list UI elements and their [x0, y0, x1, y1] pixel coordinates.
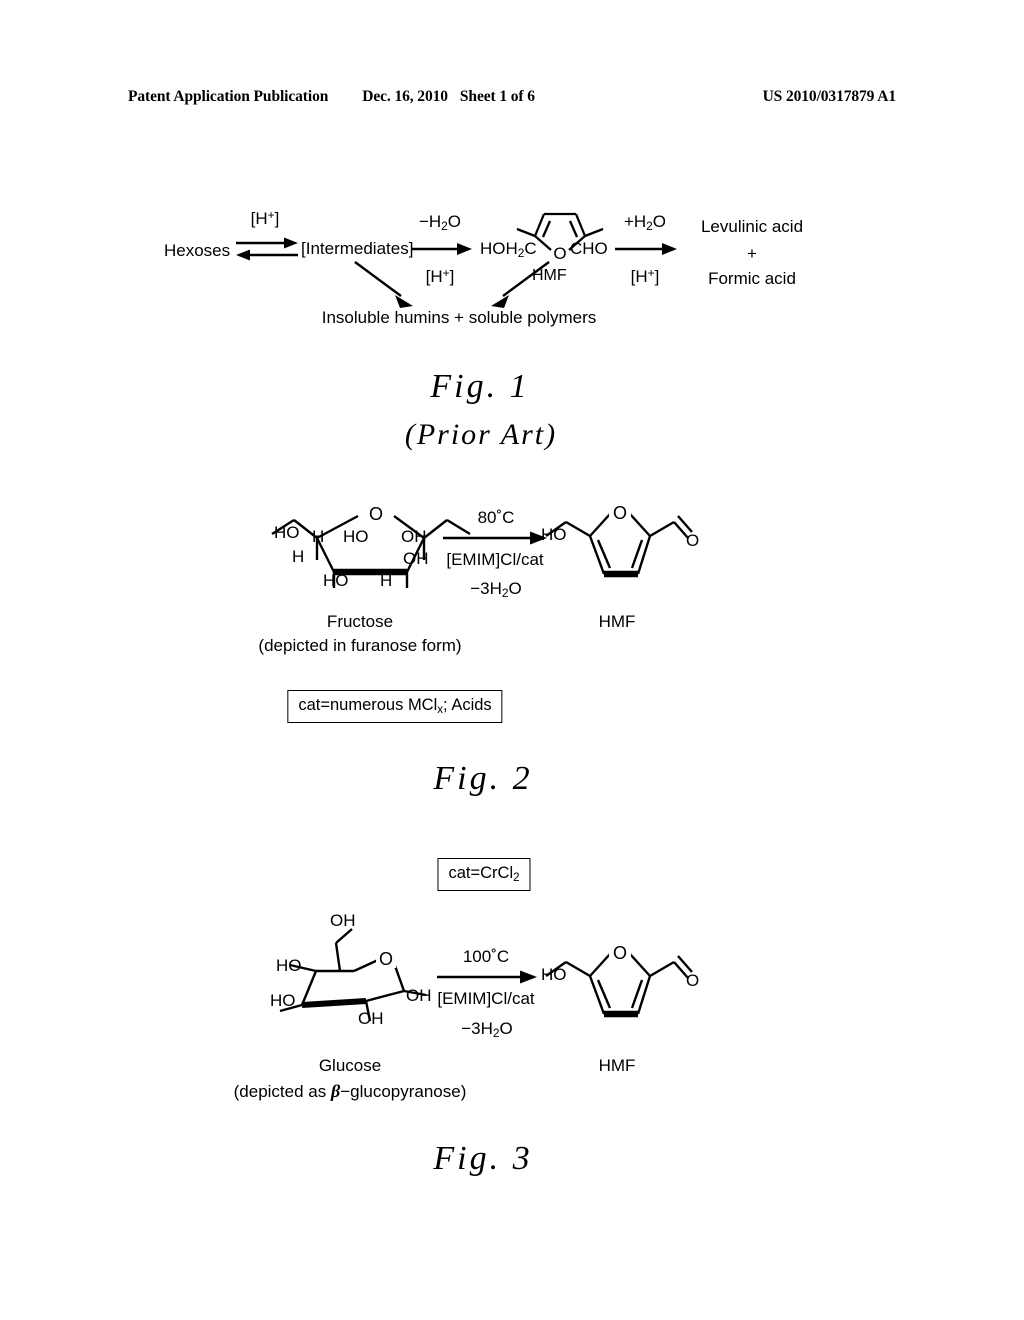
svg-text:O: O: [613, 943, 627, 963]
fig3-label-c6-hydroxyl: OH: [330, 911, 356, 930]
fig2-catalyst-box: cat=numerous MClx; Acids: [287, 690, 503, 723]
fig1-hmf-aldehyde-label: CHO: [570, 239, 608, 258]
header-patent-number: US 2010/0317879 A1: [762, 88, 897, 105]
fig3-sublabel-beta-symbol: β: [330, 1081, 341, 1101]
svg-text:O: O: [369, 504, 383, 524]
fig1-product-levulinic-acid: Levulinic acid: [700, 217, 804, 236]
fig2-product-label: HMF: [598, 612, 636, 631]
fig2-reactant-label: Fructose: [326, 612, 394, 631]
fig1-product-formic-acid: Formic acid: [708, 269, 796, 288]
fig3-reactant-sublabel: (depicted as β−glucopyranose): [234, 1082, 467, 1100]
fig2-label-c6-hydroxyl: HO: [274, 523, 300, 542]
fig2-water-loss-label: −3H2O: [470, 579, 522, 600]
fig2-hmf-structure: O: [545, 500, 693, 590]
fig1-hydration-catalyst-label: [H+]: [630, 266, 660, 286]
svg-text:O: O: [613, 503, 627, 523]
fig1-intermediates-label: [Intermediates]: [301, 239, 414, 258]
fig1-hydration-label: +H2O: [623, 212, 667, 233]
fig2-solvent-label: [EMIM]Cl/cat: [446, 550, 544, 569]
fig3-reactant-label: Glucose: [318, 1056, 382, 1075]
header-date: Dec. 16, 2010: [362, 88, 448, 105]
fig1-equilibrium-arrow: [236, 236, 298, 262]
fig1-dehydration-catalyst-label: [H+]: [425, 266, 455, 286]
fig3-temperature-label: 100˚C: [462, 947, 510, 966]
fig1-byproducts-label: Insoluble humins + soluble polymers: [321, 308, 597, 327]
fig1-equilibrium-catalyst-label: [H+]: [250, 208, 280, 228]
fig1-product-plus-sign: +: [747, 244, 757, 263]
fig2-label-c3-hydroxyl: OH: [403, 549, 429, 568]
header-sheet-number: Sheet 1 of 6: [459, 88, 535, 105]
page-header: Patent Application Publication Dec. 16, …: [128, 88, 896, 106]
fig3-hmf-hydroxyl-label: HO: [541, 965, 567, 984]
fig1-dehydration-arrow: [412, 242, 472, 256]
fig2-label-c1-hydroxyl: OH: [401, 527, 427, 546]
fig3-reaction-arrow: [437, 970, 537, 984]
fig3-label-c1-hydroxyl: OH: [406, 986, 432, 1005]
fig1-subcaption-prior-art: (Prior Art): [404, 418, 558, 451]
fig2-hmf-aldehyde-oxygen-label: O: [686, 531, 700, 550]
fig2-hmf-hydroxyl-label: HO: [541, 525, 567, 544]
fig3-catalyst-box: cat=CrCl2: [437, 858, 531, 891]
fig2-label-h-upper-left: H: [312, 527, 325, 546]
header-publication-label: Patent Application Publication: [128, 88, 329, 105]
fig2-label-c4-hydroxyl-lower: HO: [323, 571, 349, 590]
fig2-label-h-left: H: [292, 547, 305, 566]
fig1-byproduct-arrow-right: [487, 261, 550, 308]
fig2-reaction-arrow: [443, 531, 547, 545]
fig3-caption: Fig. 3: [433, 1140, 533, 1177]
fig3-label-c3-hydroxyl: HO: [270, 991, 296, 1010]
fig2-reactant-sublabel: (depicted in furanose form): [258, 636, 462, 655]
fig3-solvent-label: [EMIM]Cl/cat: [437, 989, 535, 1008]
fig3-hmf-aldehyde-oxygen-label: O: [686, 971, 700, 990]
fig1-byproduct-arrow-left: [354, 261, 417, 308]
fig3-water-loss-label: −3H2O: [461, 1019, 513, 1040]
svg-text:O: O: [553, 244, 566, 263]
fig2-caption: Fig. 2: [433, 760, 533, 797]
fig3-label-c4-hydroxyl: HO: [276, 956, 302, 975]
fig1-hydration-arrow: [615, 242, 677, 256]
fig3-hmf-structure: O: [545, 940, 693, 1030]
fig1-caption: Fig. 1: [430, 368, 530, 405]
fig3-sublabel-pre: (depicted as: [233, 1082, 331, 1101]
fig2-fructose-structure: O: [271, 498, 472, 593]
fig3-label-c2-hydroxyl: OH: [358, 1009, 384, 1028]
svg-text:O: O: [379, 949, 393, 969]
fig1-hexoses-label: Hexoses: [164, 241, 231, 260]
fig2-temperature-label: 80˚C: [477, 508, 515, 527]
fig2-label-c2-hydroxyl: HO: [343, 527, 369, 546]
fig3-sublabel-post: −glucopyranose): [340, 1082, 467, 1101]
fig1-dehydration-label: −H2O: [418, 212, 462, 233]
fig3-product-label: HMF: [598, 1056, 636, 1075]
fig2-label-h-lower: H: [380, 571, 393, 590]
